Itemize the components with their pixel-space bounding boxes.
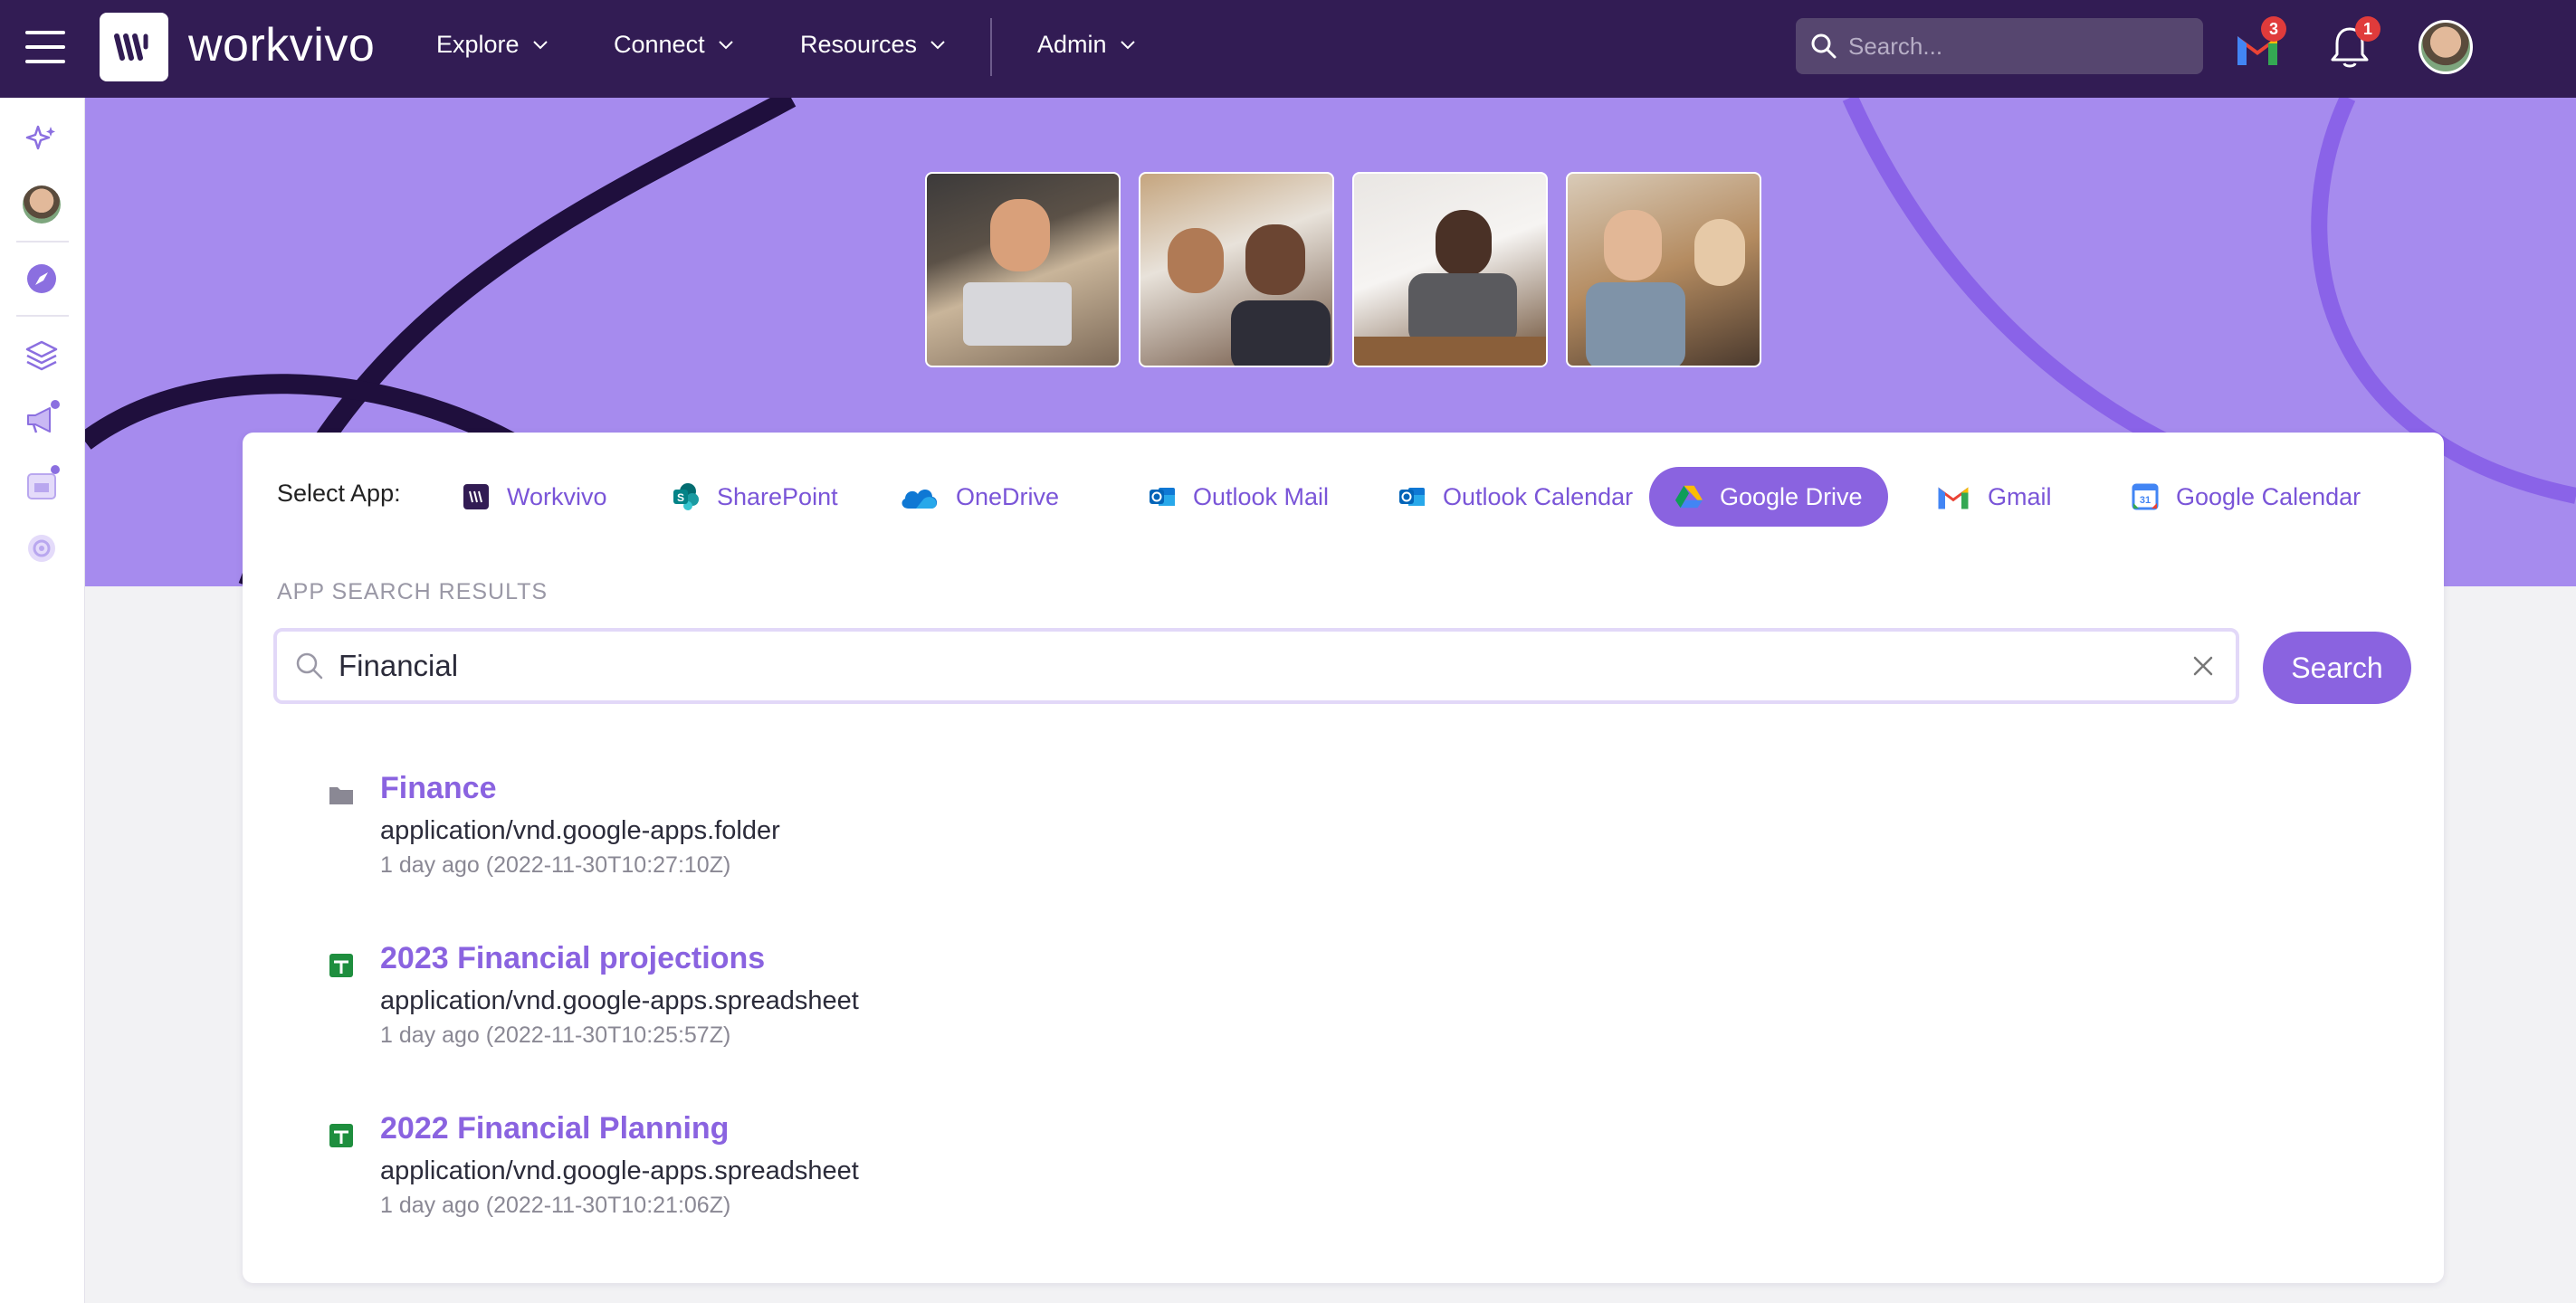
nav-explore-label: Explore: [436, 31, 520, 58]
result-title-link[interactable]: 2023 Financial projections: [380, 941, 765, 976]
result-title-link[interactable]: Finance: [380, 771, 496, 806]
search-button[interactable]: Search: [2263, 632, 2411, 704]
tab-gmail-label: Gmail: [1988, 482, 2052, 510]
result-timestamp: 1 day ago (2022-11-30T10:25:57Z): [380, 1022, 731, 1048]
gmail-icon: [1935, 482, 1971, 511]
notifications-badge: 1: [2355, 16, 2380, 42]
app-search-card: Select App: Workvivo S SharePoint OneDri…: [243, 433, 2444, 1283]
google-calendar-icon: 31: [2131, 482, 2160, 511]
tab-sharepoint-label: SharePoint: [717, 482, 838, 510]
top-navigation-bar: workvivo Explore Connect Resources Admin…: [0, 0, 2576, 98]
tab-google-drive-label: Google Drive: [1720, 482, 1863, 510]
result-mime-type: application/vnd.google-apps.spreadsheet: [380, 986, 859, 1015]
nav-divider: [990, 18, 992, 76]
megaphone-icon[interactable]: [22, 400, 62, 440]
tab-outlook-calendar[interactable]: Outlook Calendar: [1372, 467, 1658, 527]
workvivo-logo-icon[interactable]: [100, 13, 168, 81]
settings-icon[interactable]: [22, 528, 62, 568]
tab-google-calendar[interactable]: 31 Google Calendar: [2105, 467, 2386, 527]
clear-search-icon[interactable]: [2187, 650, 2219, 682]
app-search-input[interactable]: [339, 649, 2131, 683]
sidebar-divider: [16, 315, 69, 317]
search-icon: [1811, 33, 1837, 59]
gmail-badge: 3: [2261, 16, 2286, 42]
result-mime-type: application/vnd.google-apps.spreadsheet: [380, 1156, 859, 1185]
nav-resources[interactable]: Resources: [800, 31, 946, 59]
tab-onedrive[interactable]: OneDrive: [873, 467, 1084, 527]
layers-icon[interactable]: [22, 335, 62, 375]
user-avatar[interactable]: [2419, 20, 2473, 74]
tab-outlook-mail[interactable]: Outlook Mail: [1122, 467, 1354, 527]
photo-man-laptop: [925, 172, 1121, 367]
compass-icon[interactable]: [22, 259, 62, 299]
chevron-down-icon: [718, 40, 733, 49]
tab-outlook-mail-label: Outlook Mail: [1193, 482, 1330, 510]
outlook-icon: [1148, 482, 1177, 511]
svg-text:S: S: [677, 491, 684, 504]
app-search-field[interactable]: [273, 628, 2239, 704]
onedrive-icon: [898, 482, 940, 511]
chevron-down-icon: [1120, 40, 1135, 49]
tab-workvivo[interactable]: Workvivo: [436, 467, 633, 527]
folder-icon: [328, 782, 355, 809]
nav-resources-label: Resources: [800, 31, 918, 58]
calendar-dot: [51, 465, 60, 474]
nav-explore[interactable]: Explore: [436, 31, 549, 59]
result-timestamp: 1 day ago (2022-11-30T10:27:10Z): [380, 852, 731, 878]
nav-connect[interactable]: Connect: [614, 31, 734, 59]
nav-admin[interactable]: Admin: [1037, 31, 1136, 59]
select-app-label: Select App:: [277, 480, 401, 507]
google-drive-icon: [1674, 482, 1703, 511]
notifications-button[interactable]: 1: [2330, 16, 2380, 71]
sparkle-icon[interactable]: [22, 119, 62, 159]
hamburger-menu-icon[interactable]: [25, 27, 65, 67]
photo-two-women-laughing: [1139, 172, 1334, 367]
profile-avatar[interactable]: [22, 185, 62, 224]
section-heading: APP SEARCH RESULTS: [277, 579, 549, 604]
left-sidebar: [0, 98, 85, 1303]
photo-women-colleagues: [1566, 172, 1761, 367]
global-search[interactable]: [1796, 18, 2203, 74]
tab-google-calendar-label: Google Calendar: [2176, 482, 2361, 510]
gmail-notifications-button[interactable]: 3: [2234, 16, 2286, 65]
tab-gmail[interactable]: Gmail: [1910, 467, 2077, 527]
result-timestamp: 1 day ago (2022-11-30T10:21:06Z): [380, 1193, 731, 1218]
calendar-icon[interactable]: [22, 465, 62, 505]
sidebar-divider: [16, 241, 69, 243]
tab-outlook-calendar-label: Outlook Calendar: [1443, 482, 1634, 510]
spreadsheet-icon: [328, 1122, 355, 1149]
tab-onedrive-label: OneDrive: [956, 482, 1060, 510]
sharepoint-icon: S: [672, 482, 701, 511]
tab-sharepoint[interactable]: S SharePoint: [646, 467, 863, 527]
outlook-calendar-icon: [1398, 482, 1426, 511]
megaphone-dot: [51, 400, 60, 409]
chevron-down-icon: [532, 40, 548, 49]
search-icon: [296, 652, 323, 680]
tab-google-drive[interactable]: Google Drive: [1649, 467, 1888, 527]
result-title-link[interactable]: 2022 Financial Planning: [380, 1111, 729, 1146]
workvivo-icon: [462, 482, 491, 511]
brand-name: workvivo: [188, 19, 376, 71]
chevron-down-icon: [930, 40, 945, 49]
nav-admin-label: Admin: [1037, 31, 1107, 58]
tab-workvivo-label: Workvivo: [507, 482, 607, 510]
spreadsheet-icon: [328, 952, 355, 979]
svg-text:31: 31: [2140, 495, 2151, 506]
photo-woman-writing: [1352, 172, 1548, 367]
nav-connect-label: Connect: [614, 31, 705, 58]
global-search-input[interactable]: [1848, 32, 2174, 61]
result-mime-type: application/vnd.google-apps.folder: [380, 816, 780, 845]
